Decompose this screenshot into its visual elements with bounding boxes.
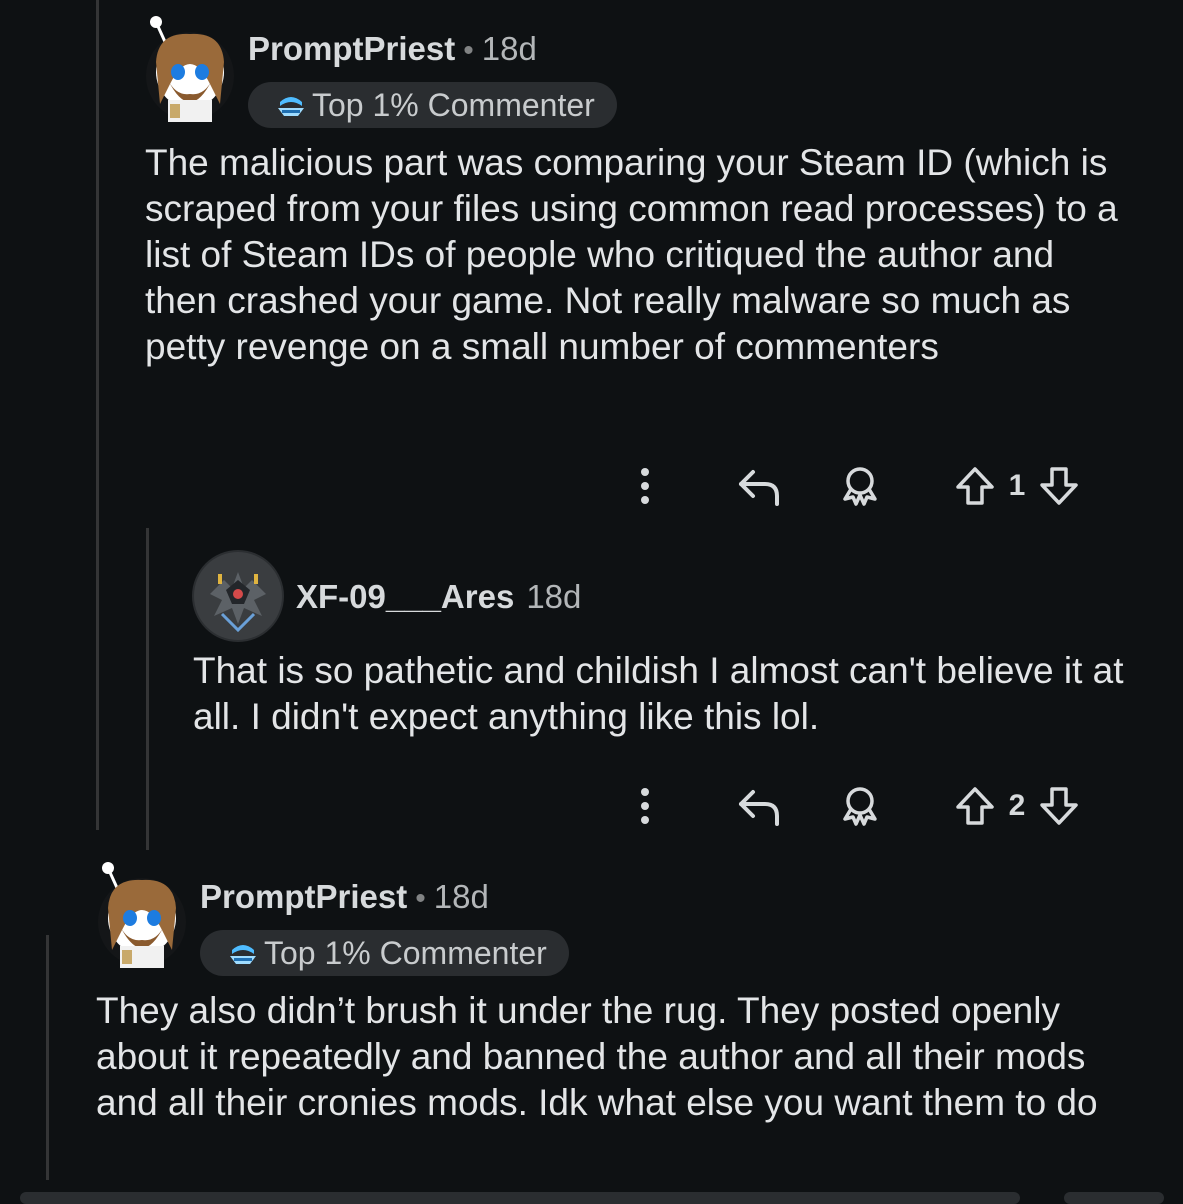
top-commenter-badge-icon <box>230 945 256 964</box>
more-options-button[interactable] <box>620 776 670 836</box>
separator-dot: • <box>463 34 474 67</box>
timestamp: 18d <box>433 878 489 915</box>
downvote-arrow-icon <box>1040 467 1078 505</box>
top-commenter-badge-icon <box>278 97 304 116</box>
upvote-button[interactable] <box>950 776 1000 836</box>
reply-button[interactable] <box>730 776 790 836</box>
bottom-bar[interactable] <box>20 1192 1020 1204</box>
comment-body: They also didn’t brush it under the rug.… <box>96 990 1098 1123</box>
award-button[interactable] <box>830 456 890 516</box>
comment-header: PromptPriest • 18d <box>200 878 489 916</box>
award-icon <box>843 467 877 506</box>
comment-header: PromptPriest • 18d <box>248 30 537 68</box>
robot-mech-avatar[interactable] <box>192 550 284 642</box>
thread-line-outer[interactable] <box>96 0 99 830</box>
bearded-snoo-avatar[interactable] <box>96 860 188 970</box>
award-icon <box>843 787 877 826</box>
username[interactable]: PromptPriest <box>200 878 407 916</box>
comment-header: XF-09___Ares 18d <box>296 578 581 616</box>
bearded-snoo-avatar[interactable] <box>144 14 236 124</box>
downvote-button[interactable] <box>1034 456 1084 516</box>
timestamp: 18d <box>481 30 537 67</box>
vertical-dots-icon <box>641 788 649 824</box>
upvote-arrow-icon <box>956 787 994 825</box>
bottom-bar-end[interactable] <box>1064 1192 1164 1204</box>
vote-count: 2 <box>1008 789 1026 822</box>
downvote-button[interactable] <box>1034 776 1084 836</box>
username[interactable]: PromptPriest <box>248 30 455 68</box>
username[interactable]: XF-09___Ares <box>296 578 514 616</box>
thread-line-reply[interactable] <box>146 528 149 850</box>
more-options-button[interactable] <box>620 456 670 516</box>
reply-arrow-icon <box>739 470 779 506</box>
thread-line-lower[interactable] <box>46 935 49 1180</box>
flair-label: Top 1% Commenter <box>264 934 547 971</box>
upvote-button[interactable] <box>950 456 1000 516</box>
comment-body: That is so pathetic and childish I almos… <box>193 650 1124 737</box>
comment-actions: 1 <box>620 456 1120 516</box>
user-flair: Top 1% Commenter <box>200 930 569 976</box>
upvote-arrow-icon <box>956 467 994 505</box>
vertical-dots-icon <box>641 468 649 504</box>
timestamp: 18d <box>526 578 582 615</box>
reply-arrow-icon <box>739 790 779 826</box>
vote-count: 1 <box>1008 469 1026 502</box>
comment-body: The malicious part was comparing your St… <box>145 142 1118 367</box>
reply-button[interactable] <box>730 456 790 516</box>
award-button[interactable] <box>830 776 890 836</box>
separator-dot: • <box>415 882 426 915</box>
flair-label: Top 1% Commenter <box>312 86 595 123</box>
downvote-arrow-icon <box>1040 787 1078 825</box>
user-flair: Top 1% Commenter <box>248 82 617 128</box>
comment-actions: 2 <box>620 776 1120 836</box>
